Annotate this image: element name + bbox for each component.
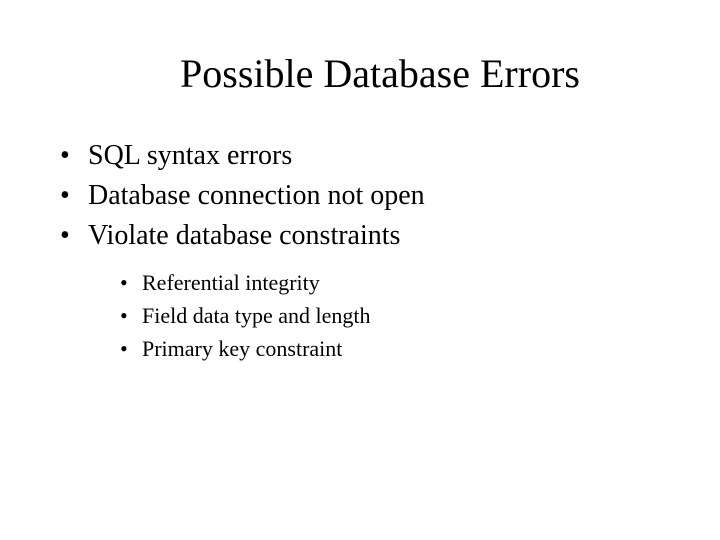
- slide-title: Possible Database Errors: [100, 50, 660, 97]
- list-item: Field data type and length: [120, 301, 660, 332]
- list-item: Database connection not open: [60, 177, 660, 215]
- slide: Possible Database Errors SQL syntax erro…: [0, 0, 720, 540]
- list-item: Violate database constraints: [60, 217, 660, 255]
- sub-bullet-list: Referential integrity Field data type an…: [120, 268, 660, 364]
- list-item: Referential integrity: [120, 268, 660, 299]
- main-bullet-list: SQL syntax errors Database connection no…: [60, 137, 660, 254]
- list-item: Primary key constraint: [120, 334, 660, 365]
- list-item: SQL syntax errors: [60, 137, 660, 175]
